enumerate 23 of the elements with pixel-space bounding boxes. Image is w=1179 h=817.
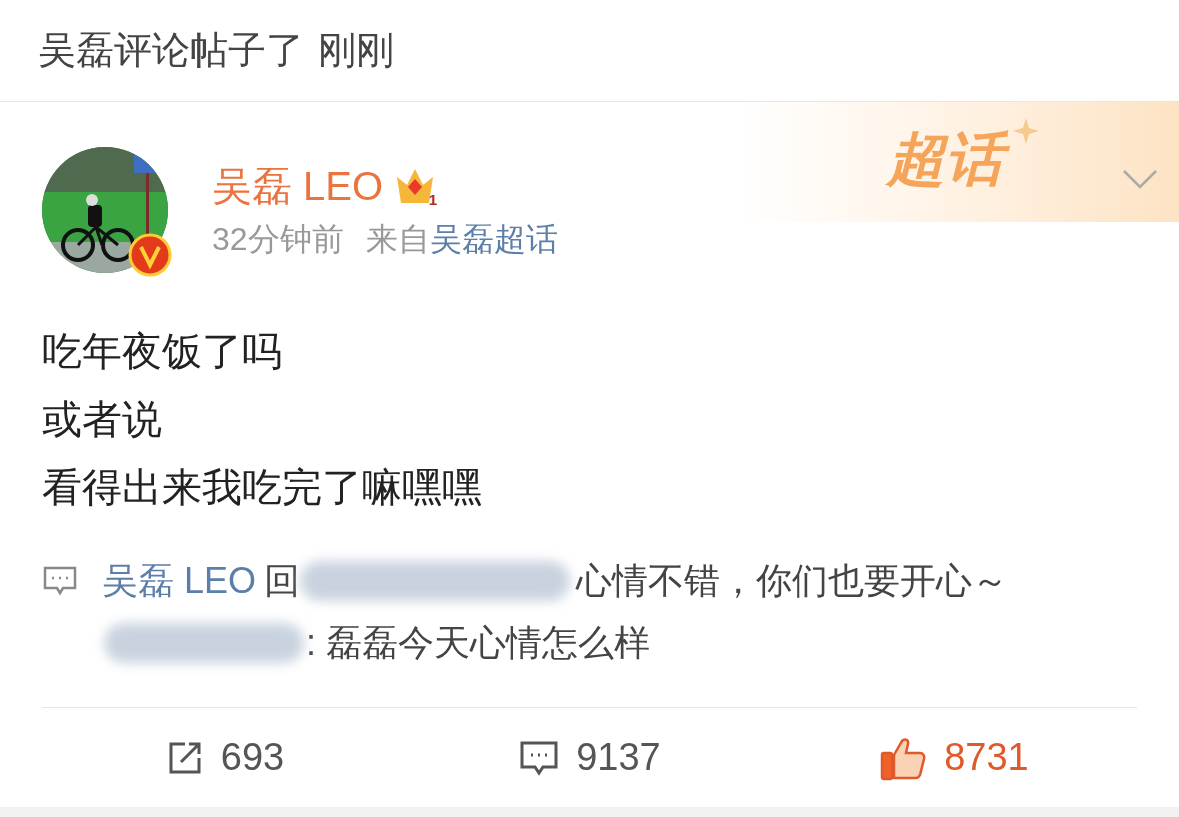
chevron-down-icon[interactable] xyxy=(1121,168,1159,191)
notification-time: 刚刚 xyxy=(318,28,394,74)
action-count: 693 xyxy=(220,735,285,781)
notification-text: 吴磊评论帖子了 xyxy=(38,28,304,74)
comment-author[interactable]: 吴磊 LEO xyxy=(102,554,257,609)
action-count: 8731 xyxy=(944,735,1029,781)
source-link[interactable]: 吴磊超话 xyxy=(429,223,558,256)
crown-level: 1 xyxy=(428,192,438,208)
author-name[interactable]: 吴磊 LEO xyxy=(212,166,384,207)
like-action[interactable]: 8731 xyxy=(772,729,1137,787)
reply-word: 回 xyxy=(264,559,301,604)
source-label: 来自 xyxy=(365,223,430,256)
quoted-comment: : 磊磊今天心情怎么样 xyxy=(306,621,650,666)
sparkle-icon xyxy=(1013,118,1039,145)
comment-text: 心情不错，你们也要开心～ xyxy=(576,559,1009,604)
comment-icon xyxy=(42,565,78,598)
action-count: 9137 xyxy=(576,735,661,781)
post-text-line: 或者说 xyxy=(42,396,163,444)
post-text-line: 看得出来我吃完了嘛嘿嘿 xyxy=(42,464,483,512)
comment-action[interactable]: 9137 xyxy=(407,729,772,787)
post-time: 32分钟前 xyxy=(212,223,344,256)
post-text-line: 吃年夜饭了吗 xyxy=(42,328,283,376)
repost-action[interactable]: 693 xyxy=(42,729,407,787)
